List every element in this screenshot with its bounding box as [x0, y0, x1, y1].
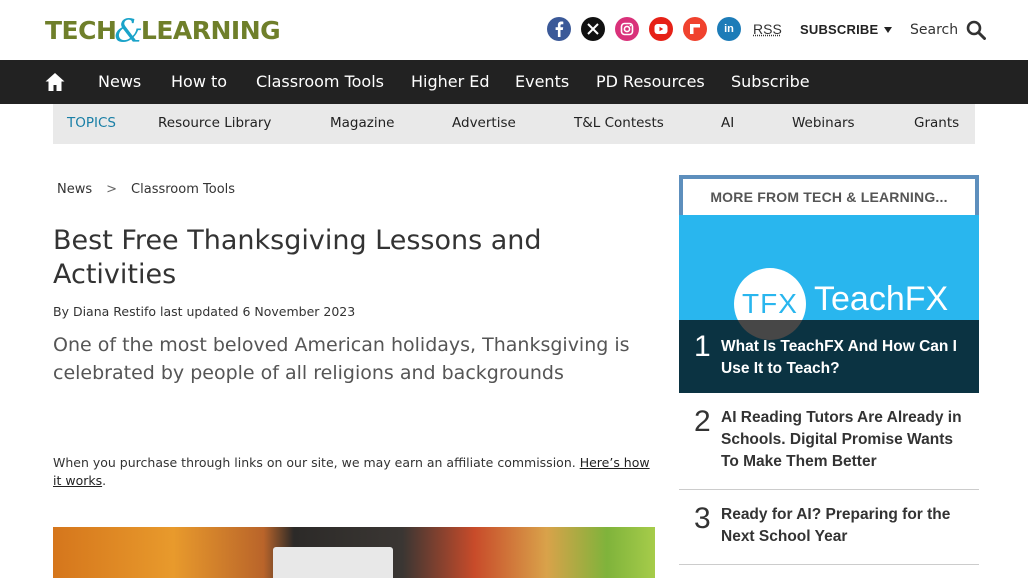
- sidebar-list-item[interactable]: 2 AI Reading Tutors Are Already in Schoo…: [679, 393, 979, 490]
- topic-resource-library[interactable]: Resource Library: [158, 115, 271, 131]
- article-byline: By Diana Restifo last updated 6 November…: [53, 304, 356, 319]
- site-header: TECH & LEARNING in RSS SUBSCRIBE Search: [0, 0, 1028, 60]
- flipboard-icon[interactable]: [683, 17, 707, 41]
- sidebar-heading: MORE FROM TECH & LEARNING...: [710, 189, 948, 205]
- feature-caption: 1 What Is TeachFX And How Can I Use It t…: [679, 320, 979, 393]
- home-icon[interactable]: [44, 71, 66, 93]
- subscribe-label: SUBSCRIBE: [800, 22, 879, 37]
- topic-magazine[interactable]: Magazine: [330, 115, 394, 131]
- caret-down-icon: [884, 26, 893, 33]
- sidebar-more-from: MORE FROM TECH & LEARNING... TFX TeachFX…: [679, 175, 979, 565]
- topic-advertise[interactable]: Advertise: [452, 115, 516, 131]
- rss-link[interactable]: RSS: [753, 21, 782, 37]
- breadcrumb-classroom-tools[interactable]: Classroom Tools: [131, 182, 235, 197]
- nav-item-classroom-tools[interactable]: Classroom Tools: [256, 72, 384, 91]
- social-links: in RSS: [547, 17, 782, 41]
- nav-item-events[interactable]: Events: [515, 72, 569, 91]
- site-logo[interactable]: TECH & LEARNING: [45, 12, 281, 50]
- sidebar-heading-box: MORE FROM TECH & LEARNING...: [679, 175, 979, 215]
- subscribe-dropdown[interactable]: SUBSCRIBE: [800, 22, 893, 37]
- affiliate-text: When you purchase through links on our s…: [53, 455, 576, 470]
- affiliate-disclosure: When you purchase through links on our s…: [53, 454, 653, 490]
- topics-label: TOPICS: [67, 115, 116, 131]
- breadcrumb-news[interactable]: News: [57, 182, 92, 197]
- feature-rank: 1: [694, 330, 711, 363]
- facebook-icon[interactable]: [547, 17, 571, 41]
- logo-text-tech: TECH: [45, 15, 117, 45]
- hero-image: [53, 527, 655, 578]
- hero-tablet-shape: [273, 547, 393, 578]
- logo-text-learning: LEARNING: [140, 15, 281, 45]
- linkedin-icon[interactable]: in: [717, 17, 741, 41]
- logo-ampersand: &: [114, 12, 143, 50]
- main-nav: News How to Classroom Tools Higher Ed Ev…: [0, 60, 1028, 104]
- article-title: Best Free Thanksgiving Lessons and Activ…: [53, 225, 542, 290]
- list-item-rank: 3: [694, 502, 711, 535]
- article-standfirst: One of the most beloved American holiday…: [53, 334, 630, 384]
- search-label: Search: [910, 22, 959, 38]
- topic-webinars[interactable]: Webinars: [792, 115, 855, 131]
- list-item-title[interactable]: Ready for AI? Preparing for the Next Sch…: [721, 504, 966, 548]
- list-item-rank: 2: [694, 405, 711, 438]
- breadcrumb: News > Classroom Tools: [57, 182, 235, 197]
- topic-ai[interactable]: AI: [721, 115, 734, 131]
- nav-item-how-to[interactable]: How to: [171, 72, 227, 91]
- instagram-icon[interactable]: [615, 17, 639, 41]
- search-icon: [966, 20, 987, 40]
- nav-item-subscribe[interactable]: Subscribe: [731, 72, 810, 91]
- affiliate-period: .: [102, 473, 107, 488]
- topics-nav: TOPICS Resource Library Magazine Adverti…: [53, 104, 975, 144]
- youtube-icon[interactable]: [649, 17, 673, 41]
- feature-title[interactable]: What Is TeachFX And How Can I Use It to …: [721, 336, 966, 380]
- nav-item-higher-ed[interactable]: Higher Ed: [411, 72, 490, 91]
- sidebar-list-item[interactable]: 3 Ready for AI? Preparing for the Next S…: [679, 490, 979, 565]
- list-item-title[interactable]: AI Reading Tutors Are Already in Schools…: [721, 407, 966, 473]
- sidebar-feature-card[interactable]: TFX TeachFX 1 What Is TeachFX And How Ca…: [679, 215, 979, 393]
- teachfx-logo-word: TeachFX: [814, 280, 949, 318]
- search-button[interactable]: Search: [910, 20, 987, 40]
- x-icon[interactable]: [581, 17, 605, 41]
- breadcrumb-separator: >: [106, 182, 118, 197]
- topic-tl-contests[interactable]: T&L Contests: [574, 115, 664, 131]
- topic-grants[interactable]: Grants: [914, 115, 959, 131]
- nav-item-pd-resources[interactable]: PD Resources: [596, 72, 705, 91]
- nav-item-news[interactable]: News: [98, 72, 141, 91]
